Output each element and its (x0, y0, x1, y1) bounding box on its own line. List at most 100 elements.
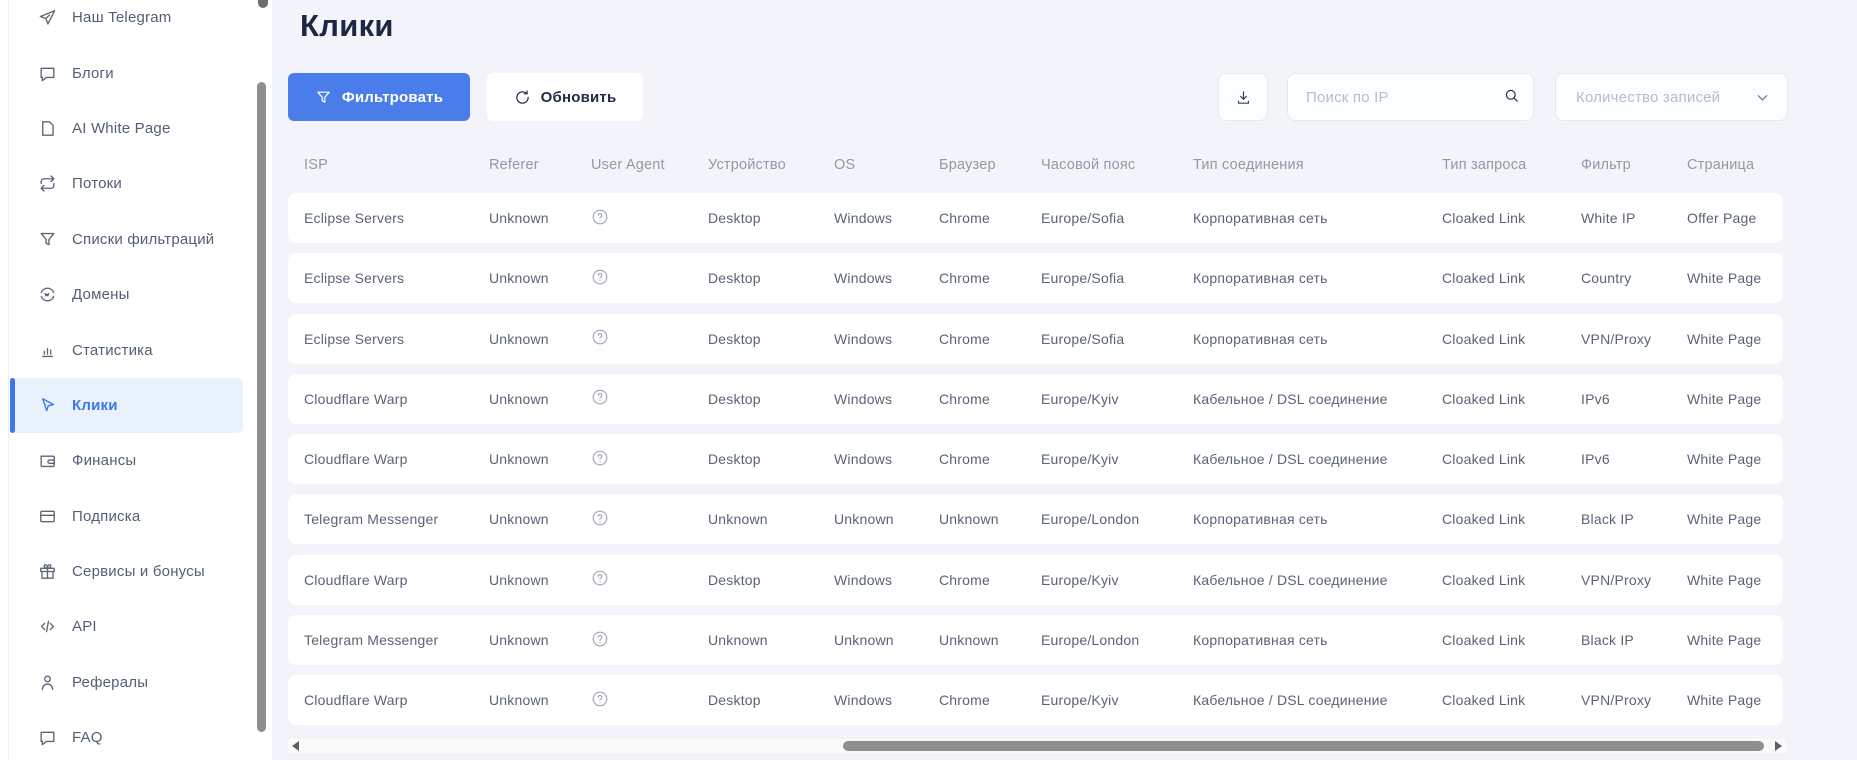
sidebar-item-label: Блоги (72, 65, 114, 82)
sidebar-item-рефералы[interactable]: Рефералы (10, 655, 243, 710)
cell-user_agent (591, 569, 708, 590)
table-row[interactable]: Eclipse ServersUnknownDesktopWindowsChro… (288, 253, 1783, 303)
cell-browser: Chrome (939, 391, 1041, 407)
search-input[interactable] (1288, 74, 1533, 120)
question-icon[interactable] (591, 690, 609, 708)
cell-user_agent (591, 630, 708, 651)
cell-device: Desktop (708, 331, 834, 347)
question-icon[interactable] (591, 268, 609, 286)
table-row[interactable]: Telegram MessengerUnknownUnknownUnknownU… (288, 494, 1783, 544)
cell-isp: Cloudflare Warp (304, 391, 489, 407)
cell-user_agent (591, 268, 708, 289)
download-button[interactable] (1218, 73, 1268, 121)
sidebar-item-потоки[interactable]: Потоки (10, 156, 243, 211)
sidebar-item-label: Финансы (72, 452, 136, 469)
sidebar-menu: Наш Telegram Блоги AI White PageПотокиСпис… (0, 0, 272, 760)
sidebar-item-faq[interactable]: FAQ (10, 710, 243, 760)
sidebar-item-label: Подписка (72, 508, 140, 525)
records-count-select[interactable]: Количество записей (1555, 73, 1788, 121)
table-row[interactable]: Cloudflare WarpUnknownDesktopWindowsChro… (288, 374, 1783, 424)
cell-user_agent (591, 449, 708, 470)
cell-request_type: Cloaked Link (1442, 692, 1581, 708)
sidebar-item-финансы[interactable]: Финансы (10, 433, 243, 488)
sidebar-item-блоги[interactable]: Блоги (10, 45, 243, 100)
question-icon[interactable] (591, 328, 609, 346)
cell-filter: VPN/Proxy (1581, 572, 1687, 588)
table-row[interactable]: Cloudflare WarpUnknownDesktopWindowsChro… (288, 675, 1783, 725)
cell-filter: IPv6 (1581, 391, 1687, 407)
sidebar-item-клики[interactable]: Клики (10, 378, 243, 433)
sidebar-item-сервисы-и-бонусы[interactable]: Сервисы и бонусы (10, 544, 243, 599)
scroll-left-icon[interactable] (292, 741, 299, 751)
question-icon[interactable] (591, 569, 609, 587)
table-row[interactable]: Cloudflare WarpUnknownDesktopWindowsChro… (288, 434, 1783, 484)
cell-device: Unknown (708, 511, 834, 527)
sidebar-item-списки-фильтраций[interactable]: Списки фильтраций (10, 212, 243, 267)
horizontal-scrollbar-thumb[interactable] (843, 741, 1764, 751)
cell-filter: White IP (1581, 210, 1687, 226)
refresh-button-label: Обновить (541, 89, 617, 106)
sidebar-item-label: API (72, 618, 97, 635)
cell-filter: Black IP (1581, 511, 1687, 527)
cell-device: Desktop (708, 572, 834, 588)
table-header: ISPRefererUser AgentУстройствоOSБраузерЧ… (288, 150, 1783, 180)
cell-filter: VPN/Proxy (1581, 331, 1687, 347)
cell-os: Windows (834, 572, 939, 588)
table-row[interactable]: Eclipse ServersUnknownDesktopWindowsChro… (288, 193, 1783, 243)
question-icon[interactable] (591, 388, 609, 406)
table-row[interactable]: Eclipse ServersUnknownDesktopWindowsChro… (288, 314, 1783, 364)
filter-button[interactable]: Фильтровать (288, 73, 470, 121)
cell-page: White Page (1687, 331, 1783, 347)
cell-timezone: Europe/Sofia (1041, 270, 1193, 286)
page-icon (37, 118, 57, 138)
question-icon[interactable] (591, 208, 609, 226)
cell-request_type: Cloaked Link (1442, 210, 1581, 226)
sidebar-scrollbar-thumb[interactable] (257, 82, 266, 732)
cell-filter: Black IP (1581, 632, 1687, 648)
cell-page: White Page (1687, 270, 1783, 286)
column-header: Устройство (708, 157, 834, 173)
cell-timezone: Europe/Kyiv (1041, 572, 1193, 588)
cell-timezone: Europe/Kyiv (1041, 391, 1193, 407)
refresh-button[interactable]: Обновить (487, 73, 643, 121)
cell-device: Desktop (708, 391, 834, 407)
column-header: Браузер (939, 157, 1041, 173)
cell-referer: Unknown (489, 391, 591, 407)
cell-user_agent (591, 328, 708, 349)
cell-user_agent (591, 690, 708, 711)
horizontal-scrollbar[interactable] (288, 739, 1786, 753)
cell-connection: Кабельное / DSL соединение (1193, 692, 1442, 708)
question-icon[interactable] (591, 509, 609, 527)
cell-isp: Telegram Messenger (304, 511, 489, 527)
table-row[interactable]: Telegram MessengerUnknownUnknownUnknownU… (288, 615, 1783, 665)
sidebar-item-наш-telegram[interactable]: Наш Telegram (10, 0, 243, 45)
sidebar-item-подписка[interactable]: Подписка (10, 489, 243, 544)
cell-request_type: Cloaked Link (1442, 511, 1581, 527)
funnel-icon (315, 89, 332, 106)
sidebar-item-статистика[interactable]: Статистика (10, 322, 243, 377)
table-row[interactable]: Cloudflare WarpUnknownDesktopWindowsChro… (288, 555, 1783, 605)
cell-referer: Unknown (489, 331, 591, 347)
scroll-right-icon[interactable] (1775, 741, 1782, 751)
sidebar-item-ai-white-page[interactable]: AI White Page (10, 101, 243, 156)
question-icon[interactable] (591, 630, 609, 648)
column-header: User Agent (591, 157, 708, 173)
cell-referer: Unknown (489, 572, 591, 588)
cell-request_type: Cloaked Link (1442, 391, 1581, 407)
repeat-icon (37, 174, 57, 194)
cell-timezone: Europe/London (1041, 511, 1193, 527)
cell-isp: Telegram Messenger (304, 632, 489, 648)
sidebar-item-домены[interactable]: Домены (10, 267, 243, 322)
sidebar-item-api[interactable]: API (10, 599, 243, 654)
gift-icon (37, 562, 57, 582)
cell-device: Desktop (708, 270, 834, 286)
question-icon[interactable] (591, 449, 609, 467)
search-icon[interactable] (1503, 87, 1520, 104)
cell-browser: Unknown (939, 632, 1041, 648)
cell-connection: Кабельное / DSL соединение (1193, 391, 1442, 407)
page-title: Клики (300, 8, 394, 44)
column-header: Фильтр (1581, 157, 1687, 173)
cell-isp: Cloudflare Warp (304, 692, 489, 708)
card-icon (37, 506, 57, 526)
funnel-icon (37, 229, 57, 249)
